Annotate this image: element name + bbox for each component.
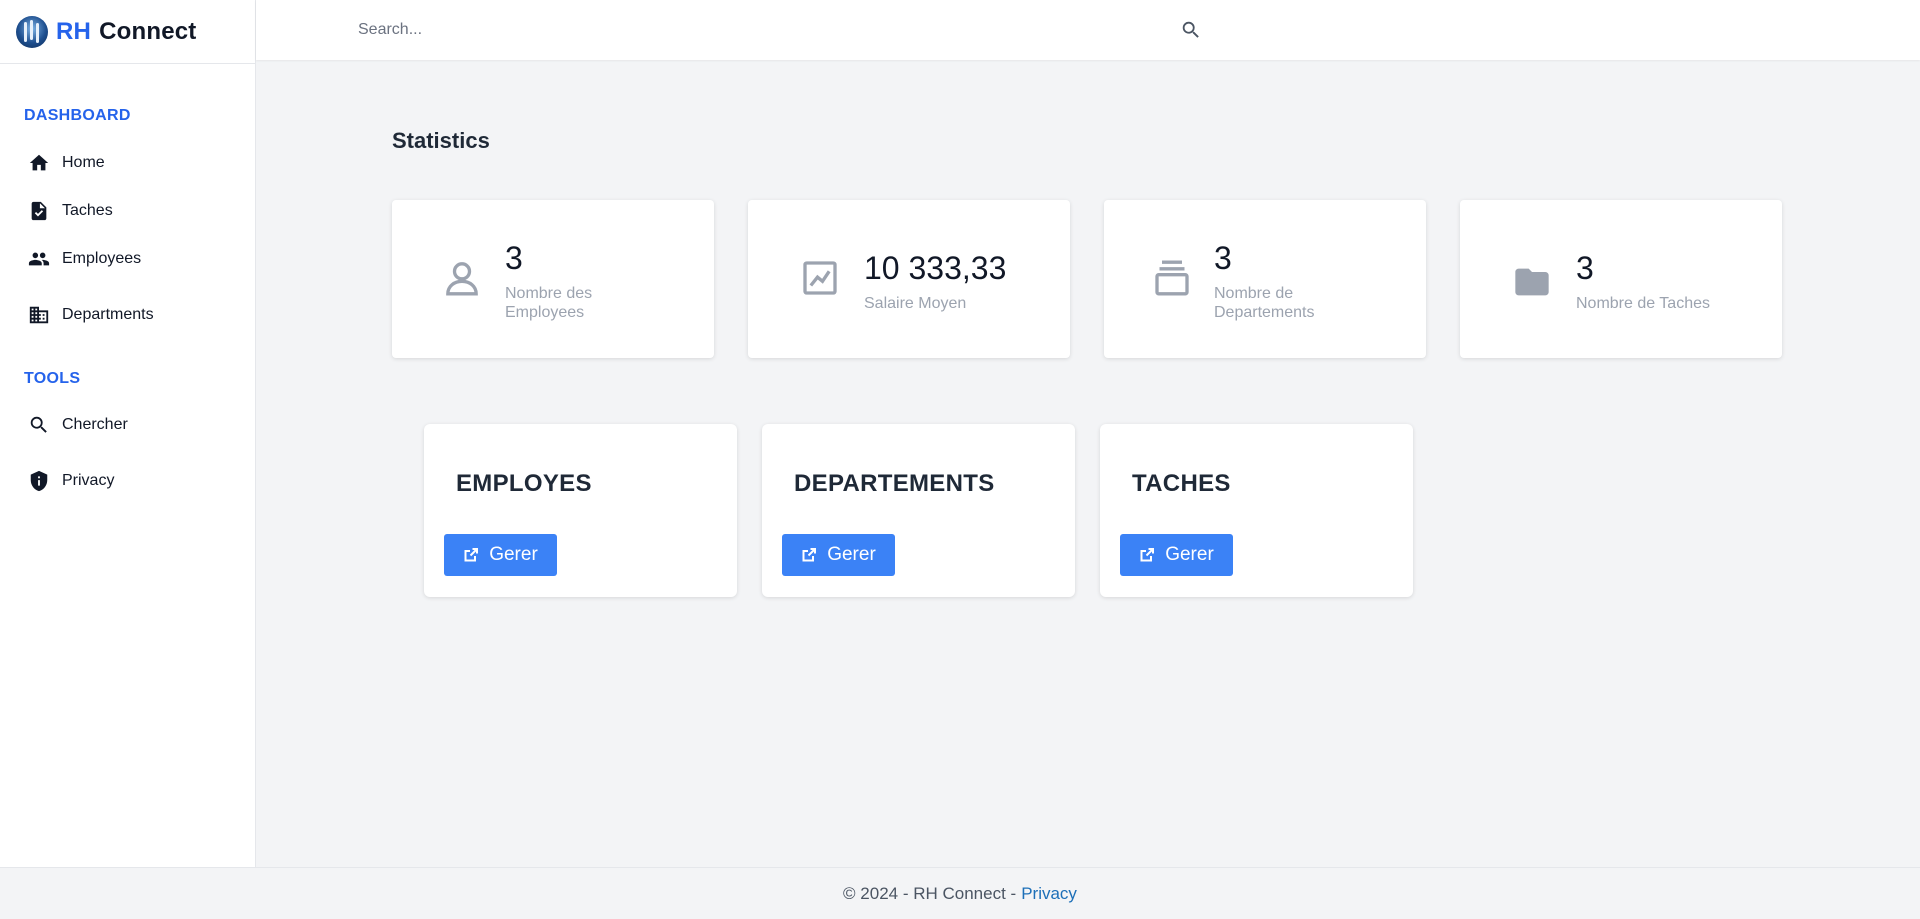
top-bar [256, 0, 1920, 60]
building-icon [29, 306, 49, 324]
button-label: Gerer [489, 544, 538, 565]
sidebar-item-label: Privacy [62, 472, 115, 489]
search-input[interactable] [358, 14, 1178, 46]
brand-name: RH Connect [56, 18, 196, 46]
search-icon [30, 416, 47, 433]
page-title: Statistics [392, 128, 490, 153]
logo-icon [16, 15, 48, 48]
people-icon [28, 252, 50, 266]
sidebar-item-label: Chercher [62, 416, 128, 433]
footer-privacy-link[interactable]: Privacy [1021, 884, 1077, 904]
manage-departements-button[interactable]: Gerer [782, 534, 895, 576]
user-icon [442, 258, 482, 298]
stat-card-departments: 3 Nombre de Departements [1104, 200, 1426, 358]
footer: © 2024 - RH Connect - Privacy [0, 867, 1920, 919]
card-title: TACHES [1132, 470, 1231, 497]
external-link-icon [1140, 548, 1155, 562]
shield-icon [30, 470, 48, 492]
sidebar-item-label: Employees [62, 250, 142, 267]
stat-card-tasks: 3 Nombre de Taches [1460, 200, 1782, 358]
brand-rh: RH [56, 17, 92, 45]
card-departements: DEPARTEMENTS Gerer [762, 424, 1075, 597]
stat-value: 3 [1214, 240, 1232, 276]
external-link-icon [802, 548, 817, 562]
stat-label: Nombre des Employees [505, 285, 593, 321]
sidebar-item-label: Home [62, 154, 105, 171]
manage-taches-button[interactable]: Gerer [1120, 534, 1233, 576]
stat-card-employees: 3 Nombre des Employees [392, 200, 714, 358]
card-employes: EMPLOYES Gerer [424, 424, 737, 597]
sidebar-item-home[interactable]: Home [28, 147, 105, 179]
card-title: DEPARTEMENTS [794, 470, 995, 497]
search-icon [1182, 21, 1199, 38]
task-file-icon [31, 201, 47, 221]
stat-label: Salaire Moyen [864, 295, 967, 312]
button-label: Gerer [1165, 544, 1214, 565]
stat-label: Nombre de Taches [1576, 295, 1710, 312]
brand-connect: Connect [99, 17, 197, 45]
card-title: EMPLOYES [456, 470, 592, 497]
sidebar-item-label: Taches [62, 202, 113, 219]
button-label: Gerer [827, 544, 876, 565]
stat-value: 3 [1576, 250, 1594, 286]
home-icon [29, 154, 49, 171]
footer-text: © 2024 - RH Connect - [843, 883, 1017, 903]
external-link-icon [464, 548, 479, 562]
stat-card-salary: 10 333,33 Salaire Moyen [748, 200, 1070, 358]
manage-employes-button[interactable]: Gerer [444, 534, 557, 576]
sidebar: RH Connect DASHBOARD Home Taches Employee… [0, 0, 256, 867]
folder-icon [1512, 262, 1552, 302]
nav-section-tools: TOOLS [24, 370, 81, 387]
sidebar-item-label: Departments [62, 306, 154, 323]
stat-value: 3 [505, 240, 523, 276]
search-button[interactable] [1178, 17, 1204, 43]
nav-section-dashboard: DASHBOARD [24, 107, 131, 124]
stat-value: 10 333,33 [864, 250, 1007, 286]
sidebar-item-employees[interactable]: Employees [28, 243, 141, 275]
sidebar-item-taches[interactable]: Taches [28, 195, 113, 227]
sidebar-item-departments[interactable]: Departments [28, 299, 154, 331]
stack-icon [1152, 258, 1192, 298]
sidebar-item-chercher[interactable]: Chercher [28, 409, 128, 441]
chart-icon [800, 258, 840, 298]
sidebar-item-privacy[interactable]: Privacy [28, 465, 114, 497]
brand[interactable]: RH Connect [0, 0, 255, 64]
card-taches: TACHES Gerer [1100, 424, 1413, 597]
stat-label: Nombre de Departements [1214, 285, 1315, 321]
